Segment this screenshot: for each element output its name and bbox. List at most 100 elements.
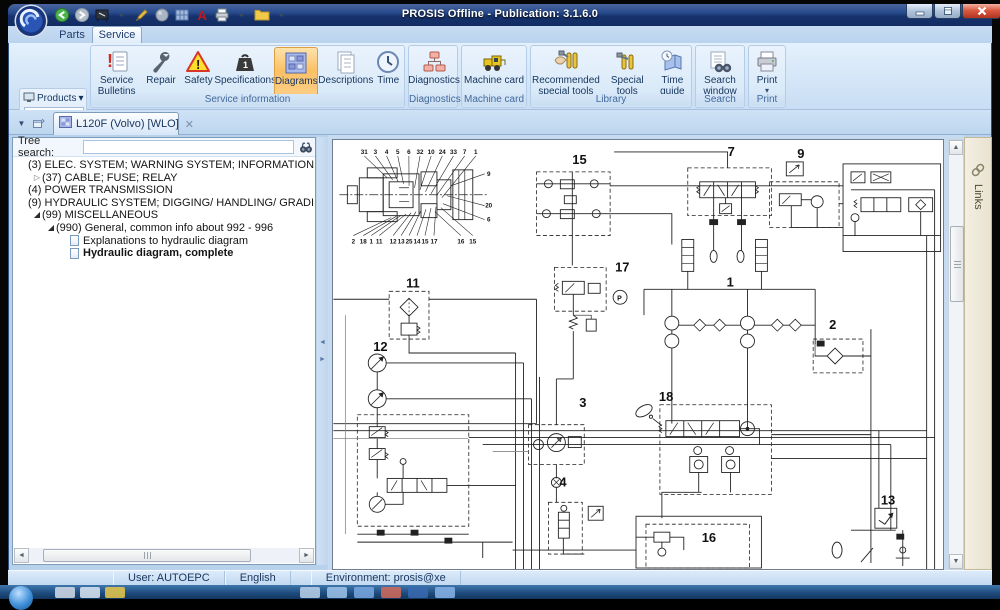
- links-label: Links: [972, 184, 984, 210]
- caret-icon[interactable]: [273, 6, 290, 23]
- diagram-label-11: 11: [406, 275, 420, 290]
- diagnostics-button[interactable]: Diagnostics: [410, 47, 458, 96]
- taskbar-app-3[interactable]: [105, 587, 125, 598]
- scrollbar-thumb[interactable]: [43, 549, 251, 562]
- taskbar-app-9[interactable]: [435, 587, 455, 598]
- descriptions-button[interactable]: Descriptions: [318, 47, 373, 96]
- safety-button[interactable]: !Safety: [181, 47, 216, 96]
- callout-number-3: 3: [374, 149, 378, 156]
- scroll-up-arrow[interactable]: ▲: [949, 140, 963, 155]
- tab-parts[interactable]: Parts: [48, 26, 96, 43]
- tree-item-label: Hydraulic diagram, complete: [83, 247, 233, 260]
- tree-search-input[interactable]: [83, 140, 294, 154]
- close-button[interactable]: [962, 4, 1000, 19]
- leader-line: [379, 214, 406, 235]
- leader-line: [425, 208, 431, 235]
- taskbar-app-6[interactable]: [354, 587, 374, 598]
- group-label-service-information: Service information: [91, 94, 404, 106]
- tree-item-hydraulic-diagram-complete[interactable]: Hydraulic diagram, complete: [14, 247, 314, 260]
- tree-item-4-power-transmission[interactable]: (4) POWER TRANSMISSION: [14, 184, 314, 197]
- print-button[interactable]: Print▾: [750, 47, 784, 96]
- folder-icon[interactable]: [253, 6, 270, 23]
- chevron-down-icon: ▾: [78, 93, 83, 104]
- diagram-label-15: 15: [572, 152, 586, 167]
- orb-icon[interactable]: [153, 6, 170, 23]
- collapsed-icon[interactable]: ▷: [32, 172, 42, 185]
- tree-item-990-general-common-info-about-[interactable]: ◢(990) General, common info about 992 - …: [14, 222, 314, 235]
- screen-icon[interactable]: [93, 6, 110, 23]
- taskbar-app-8[interactable]: [408, 587, 428, 598]
- links-side-tab[interactable]: Links: [964, 137, 992, 570]
- taskbar-app-4[interactable]: [300, 587, 320, 598]
- grid-icon[interactable]: [173, 6, 190, 23]
- application-menu-orb[interactable]: [13, 3, 49, 39]
- restore-button[interactable]: [934, 4, 961, 19]
- diagram-label-P: P: [617, 295, 622, 302]
- ribbon-buttons: !Service BulletinsRepair!Safety1Specific…: [92, 47, 403, 96]
- ribbon-buttons: Print▾: [750, 47, 784, 96]
- document-tab-l120f[interactable]: L120F (Volvo) [WLO] ✕: [53, 112, 179, 135]
- diagrams-button[interactable]: Diagrams: [274, 47, 318, 96]
- time-button[interactable]: Time: [373, 47, 403, 96]
- pencil-icon[interactable]: [133, 6, 150, 23]
- diagram-page[interactable]: 3134563210243371218111121325141517920616…: [332, 139, 944, 570]
- recommended-special-tools-button[interactable]: Recommended special tools: [532, 47, 600, 96]
- scroll-down-arrow[interactable]: ▼: [949, 554, 963, 569]
- taskbar-app-2[interactable]: [80, 587, 100, 598]
- button-label: Descriptions: [318, 76, 373, 87]
- caret-icon[interactable]: [233, 6, 250, 23]
- diagram-label-16: 16: [702, 530, 716, 545]
- tree-item-label: (9) HYDRAULIC SYSTEM; DIGGING/ HANDLING/…: [28, 197, 314, 210]
- diagram-label-12: 12: [373, 339, 387, 354]
- expand-right-icon[interactable]: ►: [319, 356, 326, 363]
- tab-list-dropdown-button[interactable]: ▼: [14, 116, 29, 130]
- group-label-library: Library: [531, 94, 691, 106]
- start-orb[interactable]: [9, 586, 33, 610]
- font-a-icon[interactable]: A: [193, 6, 210, 23]
- printer-small-icon[interactable]: [213, 6, 230, 23]
- scrollbar-thumb[interactable]: [950, 226, 964, 302]
- scroll-right-arrow[interactable]: ►: [299, 548, 314, 563]
- callout-number-31: 31: [361, 149, 368, 156]
- expanded-icon[interactable]: ◢: [32, 209, 42, 222]
- links-icon: [970, 162, 986, 178]
- forward-icon[interactable]: [73, 6, 90, 23]
- svg-text:!: !: [107, 51, 113, 71]
- special-tools-catalog-button[interactable]: Special tools catalog: [600, 47, 655, 96]
- machine-card-button[interactable]: Machine card: [463, 47, 525, 96]
- callout-number-15: 15: [422, 239, 429, 246]
- collapse-left-icon[interactable]: ◄: [319, 339, 326, 346]
- tree-item-99-miscellaneous[interactable]: ◢(99) MISCELLANEOUS: [14, 209, 314, 222]
- repair-button[interactable]: Repair: [141, 47, 180, 96]
- close-tab-icon[interactable]: ✕: [185, 118, 194, 131]
- tree-item-37-cable-fuse-relay[interactable]: ▷(37) CABLE; FUSE; RELAY: [14, 172, 314, 185]
- back-icon[interactable]: [53, 6, 70, 23]
- button-label: Print: [757, 76, 778, 87]
- scroll-left-arrow[interactable]: ◄: [14, 548, 29, 563]
- callout-number-16: 16: [457, 239, 464, 246]
- document-page-icon: [70, 248, 79, 259]
- specifications-button[interactable]: 1Specifications: [216, 47, 274, 96]
- time-guide-button[interactable]: Time guide: [655, 47, 690, 96]
- panel-splitter[interactable]: ◄ ►: [317, 137, 328, 565]
- expanded-icon[interactable]: ◢: [46, 222, 56, 235]
- tab-service[interactable]: Service: [92, 26, 142, 43]
- minimize-button[interactable]: [906, 4, 933, 19]
- button-label: Diagrams: [275, 77, 318, 88]
- hand-tools-icon: [553, 49, 579, 75]
- tree-item-3-elec-system-warning-system-i[interactable]: (3) ELEC. SYSTEM; WARNING SYSTEM; INFORM…: [14, 159, 314, 172]
- leader-line: [451, 174, 485, 186]
- products-dropdown-button[interactable]: Products ▾: [23, 91, 85, 105]
- taskbar-app-7[interactable]: [381, 587, 401, 598]
- taskbar-app-5[interactable]: [327, 587, 347, 598]
- service-bulletins-button[interactable]: !Service Bulletins: [92, 47, 141, 96]
- float-window-button[interactable]: [31, 116, 46, 130]
- svg-text:A: A: [197, 8, 207, 23]
- search-binoculars-icon[interactable]: [297, 139, 315, 155]
- tree-item-9-hydraulic-system-digging-han[interactable]: (9) HYDRAULIC SYSTEM; DIGGING/ HANDLING/…: [14, 197, 314, 210]
- caret-icon[interactable]: [113, 6, 130, 23]
- taskbar-app-1[interactable]: [55, 587, 75, 598]
- wrench-icon: [148, 49, 174, 75]
- tree-item-explanations-to-hydraulic-diag[interactable]: Explanations to hydraulic diagram: [14, 235, 314, 248]
- search-window-button[interactable]: Search window: [697, 47, 743, 96]
